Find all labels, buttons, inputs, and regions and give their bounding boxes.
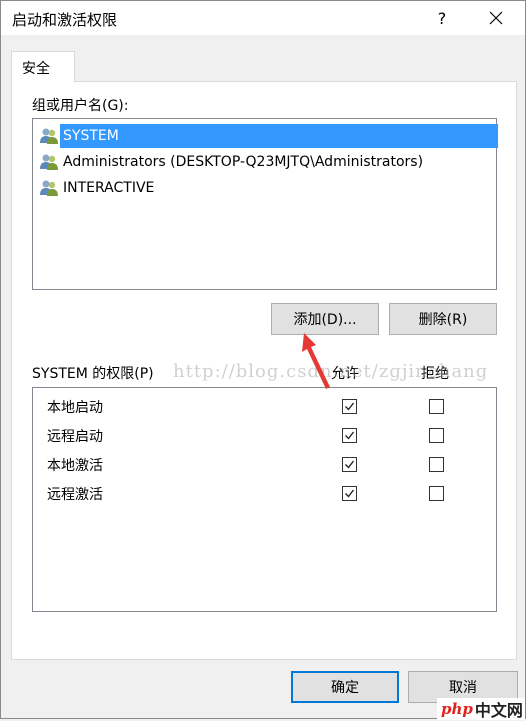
list-item-system[interactable]: SYSTEM bbox=[37, 123, 498, 149]
ok-button[interactable]: 确定 bbox=[291, 671, 399, 703]
group-or-user-label: 组或用户名(G): bbox=[32, 98, 129, 114]
deny-checkbox[interactable] bbox=[429, 399, 444, 414]
tab-security[interactable]: 安全 bbox=[11, 51, 75, 83]
permission-name: 远程启动 bbox=[47, 429, 103, 445]
permissions-label: SYSTEM 的权限(P) bbox=[32, 366, 154, 382]
window-title: 启动和激活权限 bbox=[12, 11, 118, 29]
permission-row: 远程启动 bbox=[33, 421, 496, 450]
dialog-window: 启动和激活权限 ? 安全 组或用户名(G): SYSTEM Administra… bbox=[0, 0, 526, 720]
permission-name: 远程激活 bbox=[47, 487, 103, 503]
php-cn-logo: php 中文网 bbox=[437, 698, 525, 720]
allow-checkbox[interactable] bbox=[342, 486, 357, 501]
logo-brand: php bbox=[441, 700, 473, 718]
check-icon bbox=[345, 402, 355, 411]
deny-checkbox[interactable] bbox=[429, 486, 444, 501]
users-icon bbox=[40, 180, 58, 196]
check-icon bbox=[345, 489, 355, 498]
users-icon bbox=[40, 154, 58, 170]
check-icon bbox=[345, 431, 355, 440]
help-button[interactable]: ? bbox=[419, 1, 465, 35]
title-bar[interactable]: 启动和激活权限 ? bbox=[1, 1, 525, 35]
selection-highlight bbox=[60, 124, 498, 148]
permission-name: 本地启动 bbox=[47, 400, 103, 416]
deny-checkbox[interactable] bbox=[429, 428, 444, 443]
list-item-administrators[interactable]: Administrators (DESKTOP-Q23MJTQ\Administ… bbox=[37, 149, 494, 175]
users-icon bbox=[40, 128, 58, 144]
list-item-interactive[interactable]: INTERACTIVE bbox=[37, 175, 494, 201]
user-name: SYSTEM bbox=[63, 128, 119, 144]
deny-checkbox[interactable] bbox=[429, 457, 444, 472]
permissions-list[interactable]: 本地启动 远程启动 本地激活 远程激活 bbox=[32, 387, 497, 612]
user-list[interactable]: SYSTEM Administrators (DESKTOP-Q23MJTQ\A… bbox=[32, 118, 498, 290]
close-button[interactable] bbox=[473, 1, 519, 35]
remove-button[interactable]: 删除(R) bbox=[389, 303, 497, 335]
allow-checkbox[interactable] bbox=[342, 399, 357, 414]
user-name: Administrators (DESKTOP-Q23MJTQ\Administ… bbox=[63, 154, 424, 170]
permission-row: 本地激活 bbox=[33, 450, 496, 479]
tab-security-label: 安全 bbox=[22, 61, 50, 77]
allow-checkbox[interactable] bbox=[342, 428, 357, 443]
logo-suffix: 中文网 bbox=[474, 701, 523, 720]
user-name: INTERACTIVE bbox=[63, 180, 155, 196]
permission-name: 本地激活 bbox=[47, 458, 103, 474]
check-icon bbox=[345, 460, 355, 469]
close-icon bbox=[489, 11, 503, 25]
allow-checkbox[interactable] bbox=[342, 457, 357, 472]
annotation-arrow-icon bbox=[302, 333, 330, 389]
permission-row: 远程激活 bbox=[33, 479, 496, 508]
permission-row: 本地启动 bbox=[33, 392, 496, 421]
